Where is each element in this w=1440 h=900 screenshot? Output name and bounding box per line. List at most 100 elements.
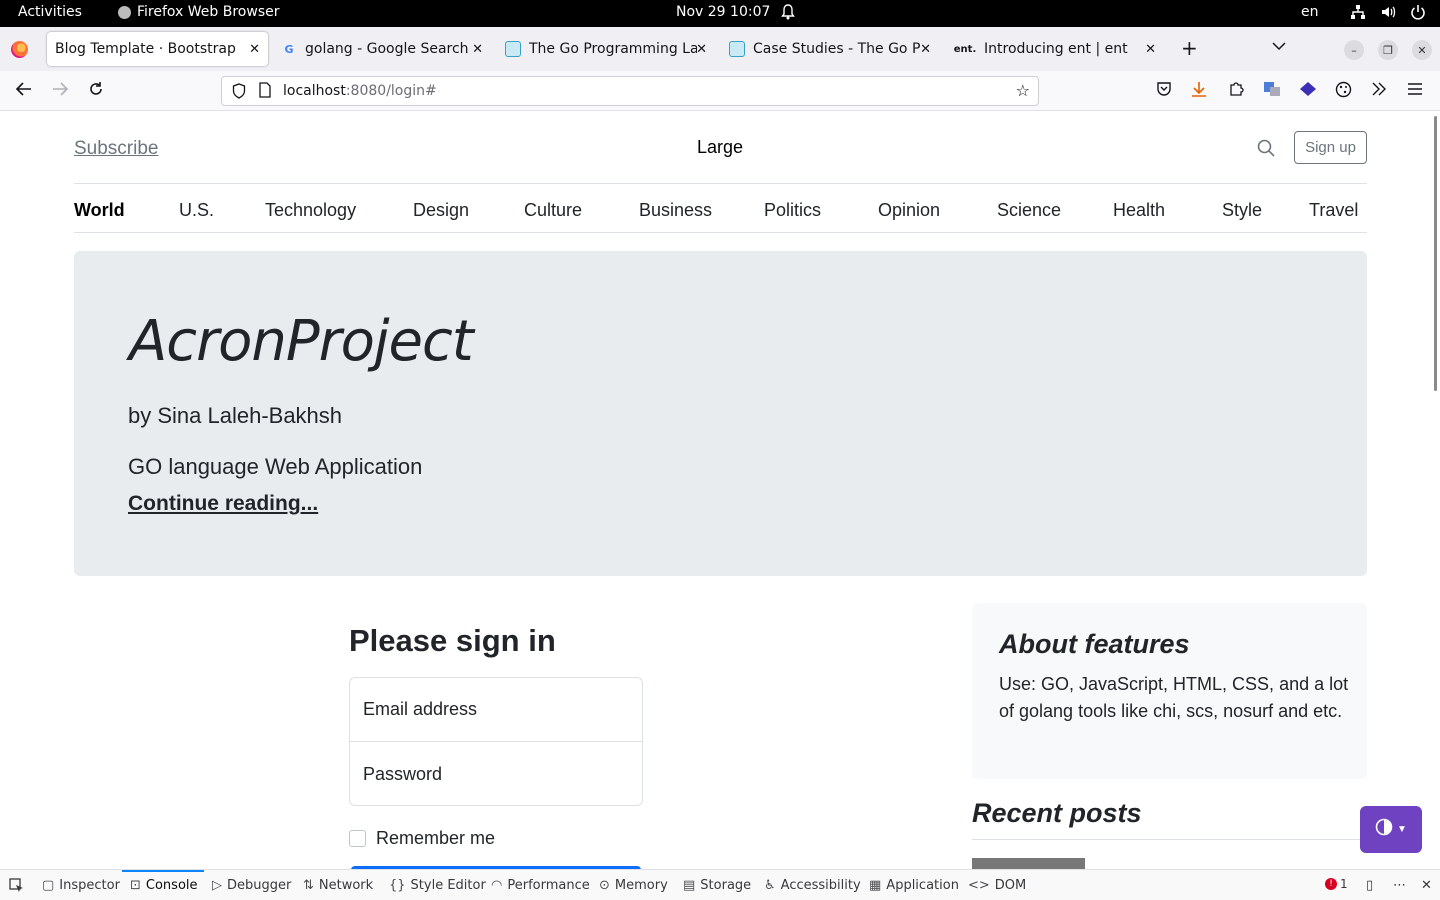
category-link-politics[interactable]: Politics: [764, 200, 821, 221]
back-arrow-icon[interactable]: [15, 81, 33, 102]
bookmark-star-icon[interactable]: ☆: [1016, 81, 1030, 100]
devtools-tab-label: Application: [886, 878, 959, 893]
close-tab-icon[interactable]: ✕: [920, 42, 931, 57]
language-indicator[interactable]: en: [1301, 4, 1319, 20]
more-options-icon[interactable]: ⋯: [1393, 878, 1406, 893]
about-title: About features: [999, 629, 1190, 659]
url-host: localhost: [283, 83, 346, 99]
recent-posts-title: Recent posts: [972, 798, 1142, 828]
recent-post-thumbnail[interactable]: [972, 858, 1085, 869]
active-tab-indicator: [122, 870, 204, 872]
category-link-opinion[interactable]: Opinion: [878, 200, 940, 221]
element-picker-icon[interactable]: [9, 878, 24, 893]
category-link-culture[interactable]: Culture: [524, 200, 582, 221]
dock-side-icon[interactable]: ▯: [1366, 878, 1373, 893]
tab-go-language[interactable]: The Go Programming Language ✕: [497, 32, 715, 66]
about-features-card: About features Use: GO, JavaScript, HTML…: [972, 603, 1367, 779]
reload-icon[interactable]: [88, 81, 104, 102]
hero-featured-post: AcronProject by Sina Laleh-Bakhsh GO lan…: [74, 251, 1367, 576]
gauge-icon: ◠: [491, 878, 503, 893]
code-brackets-icon: <>: [968, 878, 990, 893]
category-link-business[interactable]: Business: [639, 200, 712, 221]
tracking-protection-shield-icon[interactable]: [232, 83, 246, 103]
category-link-world[interactable]: World: [74, 200, 125, 221]
subscribe-link[interactable]: Subscribe: [74, 138, 159, 160]
close-tab-icon[interactable]: ✕: [249, 42, 260, 57]
list-all-tabs-chevron-down-icon[interactable]: [1272, 39, 1286, 55]
category-link-us[interactable]: U.S.: [179, 200, 214, 221]
google-icon: G: [284, 42, 294, 56]
signup-button[interactable]: Sign up: [1294, 131, 1367, 164]
pocket-icon[interactable]: [1156, 81, 1172, 101]
close-tab-icon[interactable]: ✕: [472, 42, 483, 57]
hamburger-menu-icon[interactable]: [1407, 81, 1423, 101]
firefox-view-icon[interactable]: [11, 41, 28, 58]
devtools-tab-inspector[interactable]: ▢ Inspector: [42, 878, 120, 893]
tab-title: Blog Template · Bootstrap v5: [55, 41, 240, 57]
email-field[interactable]: Email address: [350, 678, 642, 742]
devtools-tab-debugger[interactable]: ▷ Debugger: [212, 878, 291, 893]
devtools-tab-label: Memory: [614, 878, 668, 893]
clock[interactable]: Nov 29 10:07: [676, 4, 770, 20]
devtools-tab-memory[interactable]: ⊙ Memory: [599, 878, 668, 893]
tab-introducing-ent[interactable]: ent. Introducing ent | ent ✕: [946, 32, 1164, 66]
error-count: 1: [1340, 877, 1348, 891]
signin-title: Please sign in: [349, 623, 556, 658]
url-text[interactable]: localhost:8080/login#: [283, 83, 437, 99]
devtools-tab-accessibility[interactable]: ♿ Accessibility: [764, 878, 861, 893]
category-link-health[interactable]: Health: [1113, 200, 1165, 221]
devtools-tab-performance[interactable]: ◠ Performance: [491, 878, 590, 893]
devtools-tab-label: Accessibility: [780, 878, 861, 893]
devtools-tab-dom[interactable]: <> DOM: [968, 878, 1026, 893]
activities-button[interactable]: Activities: [18, 4, 82, 20]
tab-blog-template[interactable]: Blog Template · Bootstrap v5 ✕: [47, 32, 268, 66]
restore-window-icon[interactable]: ❐: [1378, 40, 1398, 60]
blog-brand[interactable]: Large: [697, 137, 743, 158]
devtools-tab-network[interactable]: ⇅ Network: [303, 878, 373, 893]
category-link-technology[interactable]: Technology: [265, 200, 356, 221]
minimize-window-icon[interactable]: –: [1344, 40, 1364, 60]
continue-reading-link[interactable]: Continue reading...: [128, 492, 318, 516]
address-bar[interactable]: localhost:8080/login# ☆: [221, 76, 1039, 106]
devtools-tab-console[interactable]: ⊡ Console: [130, 878, 198, 893]
password-field[interactable]: Password: [350, 742, 642, 806]
remember-me-checkbox[interactable]: [349, 830, 366, 847]
cookie-extension-icon[interactable]: [1335, 81, 1352, 102]
close-window-icon[interactable]: ✕: [1412, 40, 1432, 60]
forward-arrow-icon[interactable]: [51, 81, 69, 102]
category-link-science[interactable]: Science: [997, 200, 1061, 221]
console-icon: ⊡: [130, 878, 141, 893]
category-link-design[interactable]: Design: [413, 200, 469, 221]
tab-google-search[interactable]: G golang - Google Search ✕: [273, 32, 491, 66]
gopher-icon: [729, 41, 745, 57]
devtools-tab-application[interactable]: ▦ Application: [869, 878, 959, 893]
page-scrollbar[interactable]: [1434, 116, 1437, 391]
about-text: Use: GO, JavaScript, HTML, CSS, and a lo…: [999, 674, 1349, 721]
system-top-bar: Activities Firefox Web Browser Nov 29 10…: [0, 0, 1440, 27]
close-tab-icon[interactable]: ✕: [696, 42, 707, 57]
downloads-icon[interactable]: [1191, 81, 1207, 101]
translate-extension-icon[interactable]: [1263, 81, 1281, 101]
devtools-tab-storage[interactable]: ▤ Storage: [683, 878, 751, 893]
category-link-style[interactable]: Style: [1222, 200, 1262, 221]
app-menu[interactable]: Firefox Web Browser: [118, 4, 280, 20]
error-icon: !: [1325, 878, 1337, 890]
devtools-toolbar: ▢ Inspector ⊡ Console ▷ Debugger ⇅ Network {…: [0, 869, 1440, 900]
search-icon[interactable]: [1257, 139, 1275, 157]
extensions-puzzle-icon[interactable]: [1228, 81, 1244, 101]
tab-case-studies[interactable]: Case Studies - The Go Programming ✕: [721, 32, 939, 66]
category-link-travel[interactable]: Travel: [1309, 200, 1358, 221]
close-devtools-icon[interactable]: ✕: [1421, 878, 1432, 893]
more-tools-chevron-icon[interactable]: [1371, 81, 1387, 101]
close-tab-icon[interactable]: ✕: [1145, 42, 1156, 57]
system-menu[interactable]: [1350, 4, 1426, 24]
remember-me[interactable]: Remember me: [349, 828, 495, 849]
theme-toggle-button[interactable]: ▼: [1360, 806, 1422, 853]
divider: [972, 839, 1367, 840]
hero-byline: by Sina Laleh-Bakhsh: [128, 403, 343, 428]
devtools-tab-style-editor[interactable]: {} Style Editor: [389, 878, 486, 893]
error-count-badge[interactable]: ! 1: [1325, 877, 1348, 891]
extension-diamond-icon[interactable]: [1299, 81, 1317, 101]
power-icon: [1410, 4, 1426, 24]
new-tab-button[interactable]: +: [1181, 36, 1198, 60]
